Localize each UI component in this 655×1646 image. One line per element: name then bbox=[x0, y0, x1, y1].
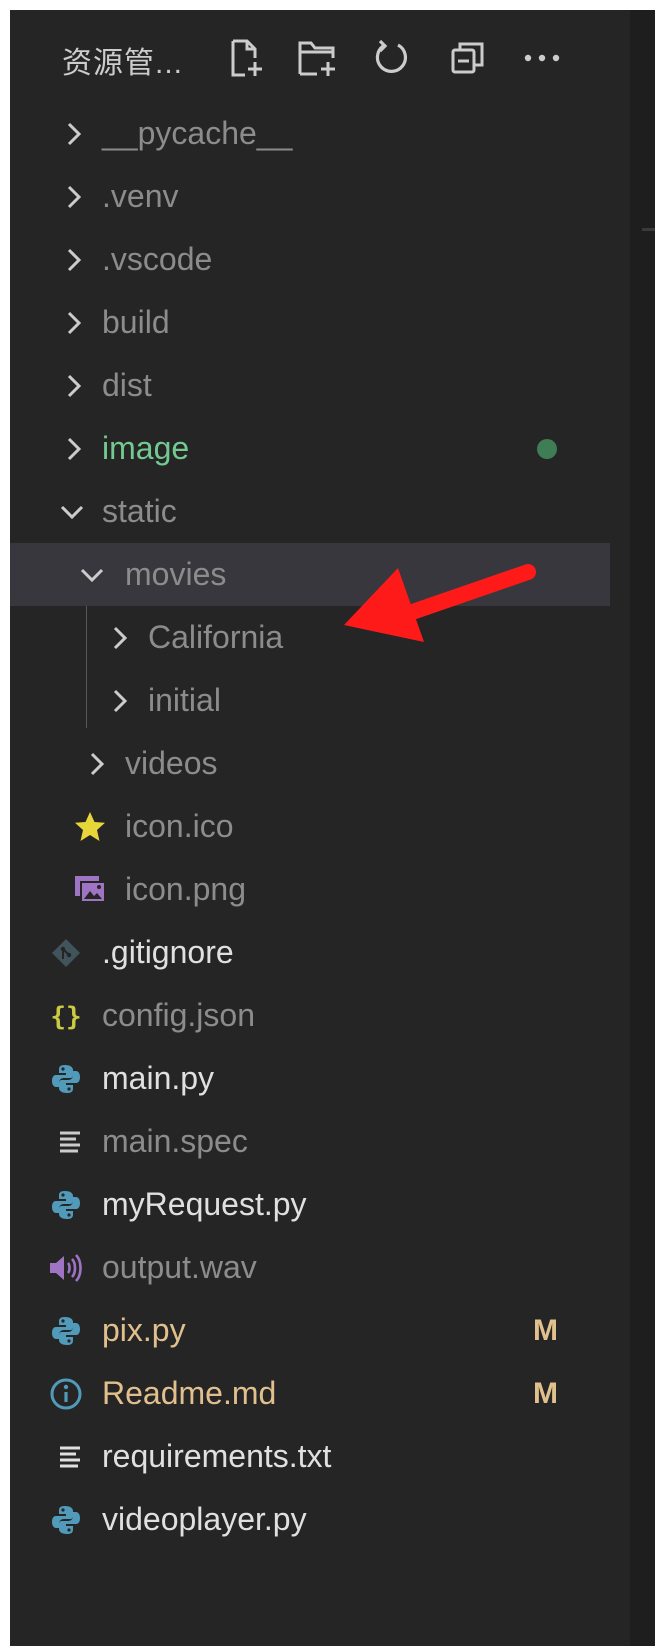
python-icon bbox=[48, 1173, 84, 1236]
chevron-right-icon bbox=[106, 606, 134, 669]
tree-item-label: videoplayer.py bbox=[102, 1501, 307, 1537]
tree-item-label: pix.py bbox=[102, 1312, 186, 1348]
tree-folder-image[interactable]: image bbox=[10, 417, 610, 480]
tree-file-myrequest-py[interactable]: myRequest.py bbox=[10, 1173, 610, 1236]
tree-folder-dist[interactable]: dist bbox=[10, 354, 610, 417]
tree-item-label: output.wav bbox=[102, 1249, 257, 1285]
new-folder-button[interactable] bbox=[296, 36, 340, 80]
tree-folder-static[interactable]: static bbox=[10, 480, 610, 543]
tree-item-label: static bbox=[102, 493, 177, 529]
tree-folder-vscode[interactable]: .vscode bbox=[10, 228, 610, 291]
python-icon bbox=[48, 1047, 84, 1110]
editor-edge bbox=[630, 10, 655, 1646]
tree-folder-venv[interactable]: .venv bbox=[10, 165, 610, 228]
refresh-button[interactable] bbox=[370, 36, 414, 80]
editor-edge-marker bbox=[642, 228, 655, 231]
screenshot-canvas: 资源管... __pycache__ .venv .vscode build d… bbox=[0, 0, 655, 1646]
more-icon bbox=[524, 54, 560, 62]
python-icon bbox=[48, 1299, 84, 1362]
json-icon: {} bbox=[48, 984, 84, 1047]
audio-icon bbox=[48, 1236, 84, 1299]
tree-item-label: California bbox=[148, 619, 284, 655]
tree-file-pix-py[interactable]: pix.py M bbox=[10, 1299, 610, 1362]
tree-item-label: icon.ico bbox=[125, 808, 234, 844]
tree-item-label: initial bbox=[148, 682, 221, 718]
tree-item-label: icon.png bbox=[125, 871, 246, 907]
untracked-dot-indicator bbox=[537, 439, 557, 459]
text-lines-icon bbox=[52, 1425, 88, 1488]
modified-badge: M bbox=[533, 1377, 558, 1410]
tree-item-label: videos bbox=[125, 745, 218, 781]
chevron-right-icon bbox=[60, 417, 88, 480]
tree-item-label: dist bbox=[102, 367, 152, 403]
tree-item-label: __pycache__ bbox=[102, 115, 293, 151]
tree-item-label: main.spec bbox=[102, 1123, 248, 1159]
tree-item-label: myRequest.py bbox=[102, 1186, 307, 1222]
tree-item-label: requirements.txt bbox=[102, 1438, 332, 1474]
collapse-all-button[interactable] bbox=[446, 36, 490, 80]
tree-item-label: .gitignore bbox=[102, 934, 234, 970]
chevron-right-icon bbox=[106, 669, 134, 732]
text-lines-icon bbox=[52, 1110, 88, 1173]
more-actions-button[interactable] bbox=[520, 36, 564, 80]
new-file-icon bbox=[231, 39, 262, 77]
chevron-right-icon bbox=[60, 102, 88, 165]
tree-folder-initial[interactable]: initial bbox=[10, 669, 610, 732]
tree-folder-pycache[interactable]: __pycache__ bbox=[10, 102, 610, 165]
explorer-title: 资源管... bbox=[62, 47, 184, 80]
tree-item-label: image bbox=[102, 430, 190, 466]
explorer-header: 资源管... bbox=[10, 10, 640, 100]
tree-item-label: .venv bbox=[102, 178, 179, 214]
tree-item-label: .vscode bbox=[102, 241, 213, 277]
tree-item-label: movies bbox=[125, 556, 227, 592]
tree-item-label: build bbox=[102, 304, 170, 340]
tree-file-output-wav[interactable]: output.wav bbox=[10, 1236, 610, 1299]
tree-file-main-py[interactable]: main.py bbox=[10, 1047, 610, 1110]
chevron-down-icon bbox=[58, 480, 86, 543]
chevron-right-icon bbox=[60, 228, 88, 291]
tree-folder-videos[interactable]: videos bbox=[10, 732, 610, 795]
new-file-button[interactable] bbox=[224, 36, 268, 80]
tree-file-readme-md[interactable]: Readme.md M bbox=[10, 1362, 610, 1425]
refresh-icon bbox=[375, 39, 408, 73]
new-folder-icon bbox=[298, 41, 335, 76]
tree-file-icon-ico[interactable]: icon.ico bbox=[10, 795, 610, 858]
tree-item-label: main.py bbox=[102, 1060, 215, 1096]
chevron-right-icon bbox=[60, 165, 88, 228]
annotation-arrow-icon bbox=[344, 564, 536, 642]
tree-file-icon-png[interactable]: icon.png bbox=[10, 858, 610, 921]
chevron-down-icon bbox=[78, 543, 106, 606]
image-file-icon bbox=[72, 858, 108, 921]
tree-item-label: Readme.md bbox=[102, 1375, 277, 1411]
chevron-right-icon bbox=[60, 291, 88, 354]
modified-badge: M bbox=[533, 1314, 558, 1347]
tree-file-gitignore[interactable]: .gitignore bbox=[10, 921, 610, 984]
tree-file-videoplayer-py[interactable]: videoplayer.py bbox=[10, 1488, 610, 1551]
tree-item-label: config.json bbox=[102, 997, 255, 1033]
tree-file-main-spec[interactable]: main.spec bbox=[10, 1110, 610, 1173]
python-icon bbox=[48, 1488, 84, 1551]
tree-file-config-json[interactable]: {} config.json bbox=[10, 984, 610, 1047]
tree-folder-build[interactable]: build bbox=[10, 291, 610, 354]
svg-text:{}: {} bbox=[50, 1002, 81, 1032]
tree-file-requirements-txt[interactable]: requirements.txt bbox=[10, 1425, 610, 1488]
collapse-all-icon bbox=[451, 42, 484, 74]
explorer-panel: 资源管... __pycache__ .venv .vscode build d… bbox=[10, 10, 640, 1646]
chevron-right-icon bbox=[83, 732, 111, 795]
star-icon bbox=[72, 795, 108, 858]
info-icon bbox=[48, 1362, 84, 1425]
git-icon bbox=[48, 921, 84, 984]
chevron-right-icon bbox=[60, 354, 88, 417]
